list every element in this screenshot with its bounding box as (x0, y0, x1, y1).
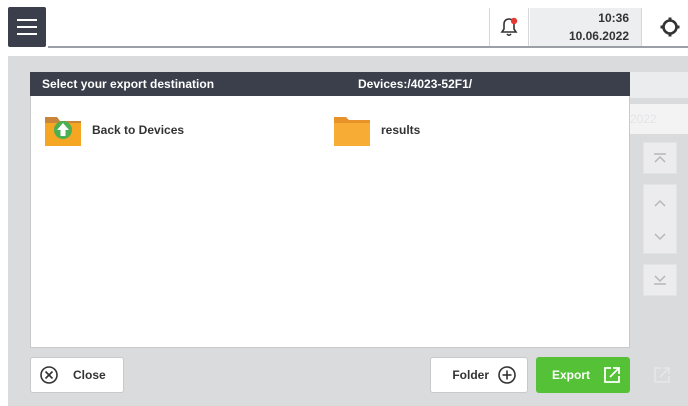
hamburger-icon-line (17, 26, 37, 28)
settings-button[interactable] (652, 8, 688, 46)
folder-button-label: Folder (452, 368, 489, 382)
clock-time: 10:36 (598, 11, 629, 25)
hamburger-icon-line (17, 33, 37, 35)
gear-icon (660, 17, 680, 37)
hamburger-menu-button[interactable] (8, 7, 46, 47)
hamburger-icon-line (17, 19, 37, 21)
scroll-top-button[interactable] (643, 142, 677, 174)
scroll-top-icon (654, 153, 666, 163)
folder-up-icon (45, 117, 81, 146)
dialog-header: Select your export destination Devices:/… (30, 72, 630, 96)
export-button-label: Export (551, 368, 590, 382)
folder-icon (334, 117, 370, 146)
clock-date: 10.06.2022 (568, 29, 629, 43)
scroll-bottom-button[interactable] (643, 264, 677, 296)
folder-item-label: results (381, 123, 421, 137)
background-date-text: 2022 (620, 104, 688, 134)
close-circle-icon (39, 365, 59, 385)
top-bar: 10:36 10.06.2022 (0, 0, 688, 48)
dialog-title: Select your export destination (42, 77, 215, 91)
folder-item-back-to-devices[interactable]: Back to Devices (44, 112, 184, 148)
scroll-down-icon (654, 232, 666, 240)
folder-item-results[interactable]: results (333, 112, 420, 148)
clock-display: 10:36 10.06.2022 (530, 8, 642, 46)
dialog-path: Devices:/4023-52F1/ (358, 77, 473, 91)
scroll-up-button[interactable] (643, 184, 677, 220)
close-button[interactable]: Close (30, 357, 124, 393)
top-bar-divider (48, 46, 688, 48)
external-link-icon (602, 365, 622, 385)
export-button[interactable]: Export (536, 357, 630, 393)
background-export-icon (642, 360, 682, 390)
scroll-bottom-icon (654, 275, 666, 285)
add-circle-icon (497, 365, 517, 385)
notifications-button[interactable] (489, 8, 529, 46)
scroll-up-icon (654, 199, 666, 207)
bell-icon (500, 17, 518, 37)
folder-item-label: Back to Devices (92, 123, 185, 137)
new-folder-button[interactable]: Folder (430, 357, 528, 393)
close-button-label: Close (73, 368, 106, 382)
notification-dot (510, 17, 518, 25)
scroll-down-button[interactable] (643, 220, 677, 254)
